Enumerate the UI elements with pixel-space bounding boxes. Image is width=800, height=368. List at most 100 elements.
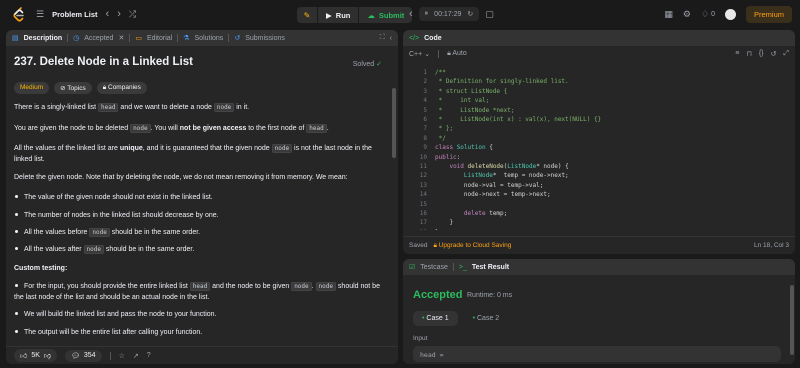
code-editor[interactable]: 1 /** 2 * Definition for singly-linked lis… [403,64,795,230]
settings-gear-icon[interactable]: ⚙ [683,9,691,20]
line-number: 3 [423,87,427,95]
reset-code-icon[interactable]: ↺ [771,50,777,58]
description-tabs: ▤ Description ◷ Accepted ✕ ▭ Editorial ⚗… [6,30,398,46]
list-item: For the input, you should provide the en… [14,281,384,303]
text: All the values before [24,229,90,236]
companies-tag[interactable]: 🔒︎ Companies [96,82,147,94]
reset-icon[interactable]: ↻ [467,10,473,18]
run-button[interactable]: ▶ Run [318,7,359,23]
premium-button[interactable]: Premium [745,6,792,23]
notifications-icon[interactable]: ♢ 0 [701,9,715,20]
text: in it. [234,104,250,111]
tab-test-result[interactable]: Test Result [472,264,509,271]
fullscreen-icon[interactable]: ⤢ [783,50,789,58]
notification-count: 0 [711,11,715,18]
difficulty-badge[interactable]: Medium [14,82,50,94]
leetcode-logo-icon[interactable] [12,7,26,23]
tab-accepted[interactable]: Accepted [84,35,113,42]
problem-list-icon[interactable]: ☰ [36,9,44,20]
code-line: public: [435,153,461,161]
auto-mode[interactable]: 🔒︎ Auto [447,50,467,58]
code-panel-header: </> Code [403,30,795,46]
collapse-timer-icon[interactable]: ‹ [409,8,413,20]
code-footer: Saved 🔒︎ Upgrade to Cloud Saving Ln 18, … [403,236,795,254]
bookmark-icon[interactable]: ⊓ [746,50,751,58]
share-icon[interactable]: ↗ [133,352,139,360]
inline-code: node [130,124,151,133]
case-label: Case 1 [426,315,449,322]
close-tab-icon[interactable]: ✕ [118,34,124,42]
list-item: We will build the linked list and pass t… [14,309,384,320]
tab-editorial[interactable]: Editorial [147,35,172,42]
submit-button[interactable]: ☁ Submit [359,7,413,23]
bullet-dot [15,195,18,199]
tab-testcase[interactable]: Testcase [420,264,448,271]
case-2-tab[interactable]: • Case 2 [464,311,509,326]
tab-code[interactable]: Code [424,35,442,42]
testcase-checkbox-icon: ☑ [409,264,416,271]
maximize-icon[interactable]: ⛶ [380,34,385,42]
code-line: */ [435,134,446,142]
code-line: * ListNode(int x) : val(x), next(NULL) {… [435,116,602,123]
braces-icon[interactable]: {} [759,50,764,58]
help-icon[interactable]: ? [147,352,151,359]
tab-description[interactable]: Description [24,35,63,42]
bullet-dot [15,330,18,334]
topics-tag[interactable]: ⊘ Topics [54,82,92,94]
upgrade-link[interactable]: 🔒︎ Upgrade to Cloud Saving [433,242,511,250]
layout-grid-icon[interactable]: ▦ [664,9,673,20]
line-number: 5 [423,106,427,114]
terminal-icon: >_ [458,263,467,271]
avatar[interactable] [724,9,736,20]
line-number: 7 [423,125,427,133]
case-1-tab[interactable]: • Case 1 [413,311,458,326]
nav-right: ▦ ⚙ ♢ 0 Premium [664,6,800,23]
like-button[interactable]: 👍︎ 5K 👎︎ [14,349,57,362]
bug-icon: ✎ [303,10,311,20]
description-scrollbar[interactable] [392,88,396,158]
inline-code: node [291,282,312,291]
problem-list-link[interactable]: Problem List [52,10,97,19]
timer-group: ‹ ⏸ 00:17:29 ↻ ▢ [409,7,494,21]
paragraph-1: There is a singly-linked list head and w… [14,102,384,113]
pause-icon: ⏸ [424,10,429,17]
text: All the values after [24,246,84,253]
solved-status: Solved ✓ [353,60,382,68]
shuffle-icon[interactable]: ⤮ [129,9,136,20]
timer[interactable]: ⏸ 00:17:29 ↻ [418,7,480,21]
inline-code: head [306,124,327,133]
tab-divider [452,263,454,271]
code-line: ListNode* temp = node->next; [463,172,569,180]
bullet-dot [15,247,18,251]
timer-value: 00:17:29 [434,10,462,18]
cloud-upload-icon: ☁ [367,10,375,20]
text: There is a singly-linked list [14,104,99,111]
text: , and it is guaranteed that the given no… [142,145,272,152]
collapse-panel-icon[interactable]: ‹ [390,35,392,42]
description-footer: 👍︎ 5K 👎︎ 💬︎ 354 ☆ ↗ ? [6,346,398,364]
line-number: 10 [419,153,427,161]
text: to the first node of [246,125,307,132]
text: and we want to delete a node [118,104,214,111]
list-item: All the values before node should be in … [14,227,384,238]
tab-solutions[interactable]: Solutions [195,35,224,42]
comments-button[interactable]: 💬︎ 354 [65,349,102,362]
format-icon[interactable]: ≡ [735,50,739,58]
star-icon[interactable]: ☆ [119,352,125,360]
line-number: 1 [423,69,427,76]
prev-problem-icon[interactable]: ‹ [106,8,110,20]
tab-submissions[interactable]: Submissions [245,35,285,42]
thumbs-down-icon[interactable]: 👎︎ [44,351,51,360]
text: should be in the same order. [103,246,195,253]
list-item: The value of the given node should not e… [14,192,384,203]
language-select[interactable]: C++ ⌄ [409,50,430,58]
description-icon: ▤ [12,35,19,42]
result-scrollbar[interactable] [790,285,794,355]
note-icon[interactable]: ▢ [485,9,494,20]
debug-button[interactable]: ✎ [297,7,317,23]
code-panel: </> Code C++ ⌄ 🔒︎ Auto ≡ ⊓ {} ↺ ⤢ 1 /** 2 … [403,30,795,254]
submissions-icon: ↺ [234,35,241,42]
line-number: 17 [419,219,427,227]
bullet-dot [15,230,18,234]
next-problem-icon[interactable]: › [117,8,121,20]
